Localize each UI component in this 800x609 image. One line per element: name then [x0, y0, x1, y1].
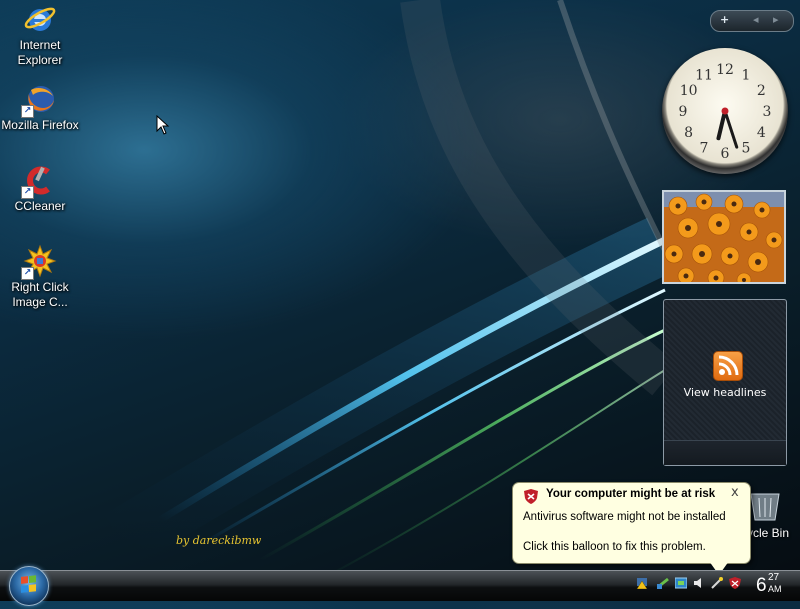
- clock-numeral: 3: [763, 104, 772, 120]
- security-notification-balloon[interactable]: Your computer might be at risk x Antivir…: [512, 482, 751, 575]
- clock-minute-hand: [723, 109, 739, 149]
- security-shield-icon[interactable]: [729, 577, 741, 589]
- desktop-icon-label: Right Click Image C...: [11, 280, 69, 309]
- clock-hour: 6: [756, 575, 767, 596]
- balloon-title: Your computer might be at risk: [546, 488, 716, 500]
- clock-numeral: 5: [742, 140, 751, 156]
- desktop-icon-label: Internet Explorer: [17, 38, 63, 67]
- internet-explorer-icon: [23, 2, 57, 36]
- security-shield-icon: [524, 489, 538, 504]
- recycle-bin-icon: [750, 493, 780, 521]
- clock-center-pin: [721, 107, 729, 115]
- rss-feed-icon: [713, 351, 743, 381]
- clock-numeral: 12: [716, 62, 734, 78]
- clock-numeral: 9: [679, 104, 688, 120]
- start-button[interactable]: [9, 566, 49, 606]
- windows-logo-icon: [21, 575, 36, 593]
- flowers-photo: [664, 192, 784, 282]
- wallpaper-signature: by dareckibmw: [176, 534, 262, 547]
- desktop-icon-label: ycle Bin: [747, 526, 790, 540]
- clock-minute: 27: [768, 572, 780, 583]
- speaker-icon[interactable]: [693, 577, 705, 589]
- clock-gadget[interactable]: 12 1 2 3 4 5 6 7 8 9 10 11: [662, 48, 788, 174]
- balloon-action-text: Click this balloon to fix this problem.: [523, 541, 706, 553]
- clock-numeral: 7: [700, 140, 709, 156]
- clock-numeral: 6: [721, 146, 730, 162]
- clock-numeral: 4: [757, 125, 766, 141]
- shortcut-arrow-icon: ↗: [21, 105, 34, 118]
- next-page-button[interactable]: ▸: [773, 13, 779, 26]
- right-click-image-converter-icon: ↗: [21, 244, 57, 280]
- desktop-icon-mozilla-firefox[interactable]: ↗ Mozilla Firefox: [0, 82, 80, 133]
- clock-hour-hand: [716, 109, 727, 141]
- clock-face: 12 12 3 45678 9 1011: [679, 62, 772, 162]
- wand-icon[interactable]: [711, 577, 723, 589]
- add-gadget-button[interactable]: +: [720, 13, 729, 26]
- balloon-message: Antivirus software might not be installe…: [523, 511, 726, 523]
- feed-headlines-gadget[interactable]: View headlines: [663, 299, 787, 466]
- clock-ampm: AM: [768, 584, 782, 594]
- view-headlines-link[interactable]: View headlines: [664, 386, 786, 399]
- previous-page-button[interactable]: ◂: [753, 13, 759, 26]
- mouse-cursor-icon: [156, 115, 170, 135]
- display-icon[interactable]: [675, 577, 687, 589]
- clock-numeral: 10: [680, 83, 698, 99]
- desktop-icon-ccleaner[interactable]: ↗ CCleaner: [0, 163, 80, 214]
- ccleaner-icon: ↗: [21, 163, 57, 199]
- firefox-icon: ↗: [21, 82, 57, 118]
- desktop-icon-right-click-image-converter[interactable]: ↗ Right Click Image C...: [0, 244, 80, 310]
- sidebar-controls: + ◂ ▸: [710, 10, 794, 32]
- shortcut-arrow-icon: ↗: [21, 267, 34, 280]
- network-icon[interactable]: [657, 577, 669, 589]
- balloon-close-button[interactable]: x: [731, 485, 739, 500]
- clock-numeral: 8: [684, 125, 693, 141]
- feed-toolbar: [664, 440, 786, 465]
- desktop-icon-label: Mozilla Firefox: [1, 118, 79, 132]
- slideshow-gadget[interactable]: [662, 190, 786, 284]
- clock-numeral: 1: [742, 68, 751, 84]
- shortcut-arrow-icon: ↗: [21, 186, 34, 199]
- clock-numeral: 2: [757, 83, 766, 99]
- clock-numeral: 11: [695, 68, 713, 84]
- desktop-icon-internet-explorer[interactable]: Internet Explorer: [0, 2, 80, 68]
- desktop-icon-label: CCleaner: [14, 199, 66, 213]
- warning-network-icon[interactable]: [636, 577, 648, 589]
